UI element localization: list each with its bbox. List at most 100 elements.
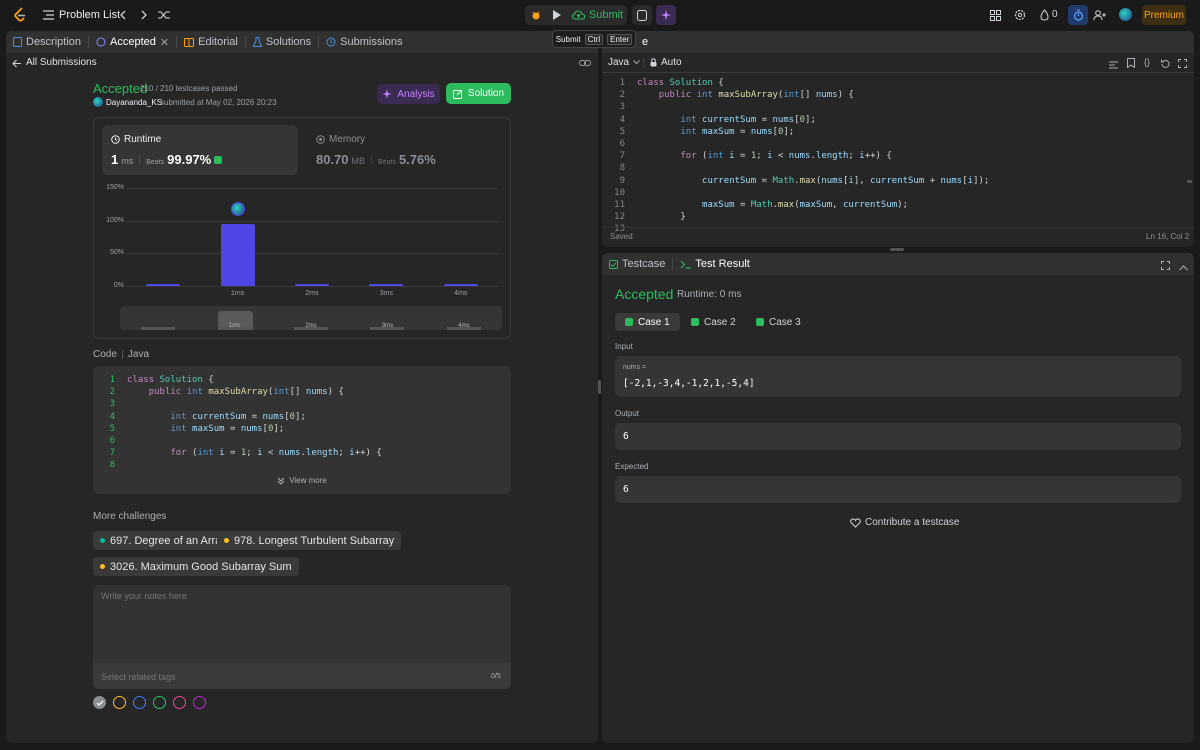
analysis-button[interactable]: Analysis — [377, 84, 440, 104]
challenge-label: 978. Longest Turbulent Subarray — [234, 534, 395, 547]
language-select[interactable]: Java — [608, 57, 640, 68]
auto-mode-toggle[interactable]: Auto — [650, 57, 682, 68]
code-line: 1 class Solution { — [109, 375, 214, 385]
horizontal-resize-handle[interactable] — [890, 248, 904, 251]
runtime-card[interactable] — [102, 125, 298, 175]
color-option-green[interactable] — [153, 696, 166, 709]
layout-grid-icon[interactable] — [988, 8, 1002, 22]
color-option-gray[interactable] — [93, 696, 106, 709]
minimap-label: 1ms — [228, 323, 241, 329]
code-line: 12 } — [614, 212, 686, 223]
run-button[interactable] — [547, 6, 565, 24]
chart-bar[interactable] — [369, 284, 404, 286]
shuffle-icon[interactable] — [157, 8, 171, 22]
passed-check-icon — [691, 318, 699, 326]
editor-code-lines[interactable]: 1 class Solution {2 public int maxSubArra… — [603, 77, 989, 235]
editor-toolbar — [603, 53, 1194, 73]
chart-bar[interactable] — [295, 284, 329, 286]
left-panel-tabs: Description Accepted ✕ Editorial Solutio… — [6, 31, 598, 53]
case-tab-2[interactable]: Case 2 — [681, 313, 746, 331]
submitter-name[interactable]: Dayananda_KS — [106, 98, 162, 107]
output-box: 6 — [615, 423, 1181, 450]
user-avatar[interactable] — [1119, 8, 1132, 21]
challenge-chip-978[interactable]: 978. Longest Turbulent Subarray — [217, 531, 402, 550]
back-arrow-icon[interactable] — [12, 57, 24, 69]
challenge-label: 697. Degree of an Array — [110, 534, 227, 547]
bookmark-icon[interactable] — [1127, 57, 1137, 69]
chart-bar[interactable] — [220, 223, 255, 286]
reset-code-icon[interactable] — [1161, 57, 1171, 68]
timer-icon[interactable] — [1068, 5, 1088, 25]
tab-accepted[interactable]: Accepted ✕ — [89, 31, 176, 53]
expected-value: 6 — [623, 484, 629, 495]
code-divider — [121, 350, 123, 359]
input-var-name: nums = — [623, 364, 647, 371]
all-submissions-link[interactable]: All Submissions — [26, 57, 97, 68]
editor-status-divider — [603, 227, 1194, 228]
leetcode-logo-icon[interactable] — [12, 6, 28, 24]
tab-description[interactable]: Description — [6, 31, 88, 53]
settings-gear-icon[interactable] — [1013, 8, 1027, 22]
add-user-icon[interactable] — [1091, 8, 1107, 22]
prev-problem-icon[interactable] — [117, 9, 127, 21]
tab-test-result[interactable]: Test Result — [673, 253, 756, 275]
challenge-chip-697[interactable]: 697. Degree of an Array — [93, 531, 234, 550]
tab-submissions[interactable]: Submissions — [319, 31, 409, 53]
next-problem-icon[interactable] — [139, 9, 149, 21]
submit-tooltip: Submit Ctrl Enter — [552, 30, 636, 48]
grid-line — [126, 286, 498, 287]
tab-testcase[interactable]: Testcase — [602, 253, 672, 275]
stat-divider — [139, 155, 141, 164]
view-more-button[interactable]: View more — [93, 476, 511, 485]
contribute-testcase-button[interactable]: Contribute a testcase — [850, 517, 960, 528]
tooltip-key-ctrl: Ctrl — [584, 33, 604, 45]
tags-placeholder: Select related tags — [101, 672, 176, 682]
case-tab-3[interactable]: Case 3 — [746, 313, 811, 331]
code-line: 3 — [619, 102, 625, 113]
input-value: [-2,1,-3,4,-1,2,1,-5,4] — [623, 378, 755, 389]
close-tab-icon[interactable]: ✕ — [160, 36, 169, 49]
list-icon[interactable] — [42, 8, 54, 22]
editor-scrollbar[interactable] — [1187, 180, 1192, 183]
chart-bar[interactable] — [443, 284, 478, 286]
chart-range-slider[interactable]: 1ms 2ms 3ms 4ms — [120, 306, 502, 330]
chart-bar[interactable] — [146, 284, 181, 286]
notes-textarea[interactable] — [93, 585, 511, 663]
code-line: 10 — [614, 187, 625, 198]
submitted-code-block: 1 class Solution {2 public int maxSubArra… — [93, 366, 511, 494]
vertical-resize-handle[interactable] — [598, 380, 601, 394]
debug-icon[interactable] — [527, 6, 545, 24]
notes-icon[interactable] — [632, 5, 652, 25]
color-option-pink[interactable] — [173, 696, 186, 709]
tab-description-label: Description — [26, 36, 82, 48]
code-line: 7 for (int i = 1; i < nums.length; i++) … — [619, 151, 892, 162]
color-option-blue[interactable] — [133, 696, 146, 709]
ai-sparkle-icon[interactable] — [656, 5, 676, 25]
premium-button[interactable]: Premium — [1142, 5, 1186, 25]
case-tab-1[interactable]: Case 1 — [615, 313, 680, 331]
memory-chip-icon — [316, 135, 325, 144]
save-status: Saved — [610, 232, 633, 241]
format-code-icon[interactable] — [1109, 58, 1119, 69]
streak-flame-icon[interactable] — [1038, 8, 1050, 22]
problem-list-link[interactable]: Problem List — [59, 9, 120, 21]
code-line: 7 for (int i = 1; i < nums.length; i++) … — [109, 448, 382, 459]
expected-box: 6 — [615, 476, 1181, 503]
runtime-beats-value: 99.97% — [167, 152, 212, 167]
color-option-purple[interactable] — [193, 696, 206, 709]
tab-solutions[interactable]: Solutions — [246, 31, 318, 53]
maximize-panel-icon[interactable] — [1161, 259, 1171, 270]
color-option-yellow[interactable] — [113, 696, 126, 709]
submit-button[interactable]: Submit — [570, 6, 625, 24]
memory-beats-value: 5.76% — [398, 152, 436, 167]
share-link-icon[interactable] — [579, 57, 592, 68]
solution-button[interactable]: Solution — [446, 83, 511, 104]
lock-icon — [650, 58, 657, 67]
braces-icon[interactable]: {} — [1144, 57, 1155, 68]
collapse-panel-icon[interactable] — [1179, 260, 1189, 271]
challenge-chip-3026[interactable]: 3026. Maximum Good Subarray Sum — [93, 557, 299, 576]
tab-accepted-label: Accepted — [110, 36, 156, 48]
memory-header[interactable]: Memory — [316, 134, 365, 145]
expand-editor-icon[interactable] — [1178, 57, 1188, 68]
tab-editorial[interactable]: Editorial — [177, 31, 245, 53]
